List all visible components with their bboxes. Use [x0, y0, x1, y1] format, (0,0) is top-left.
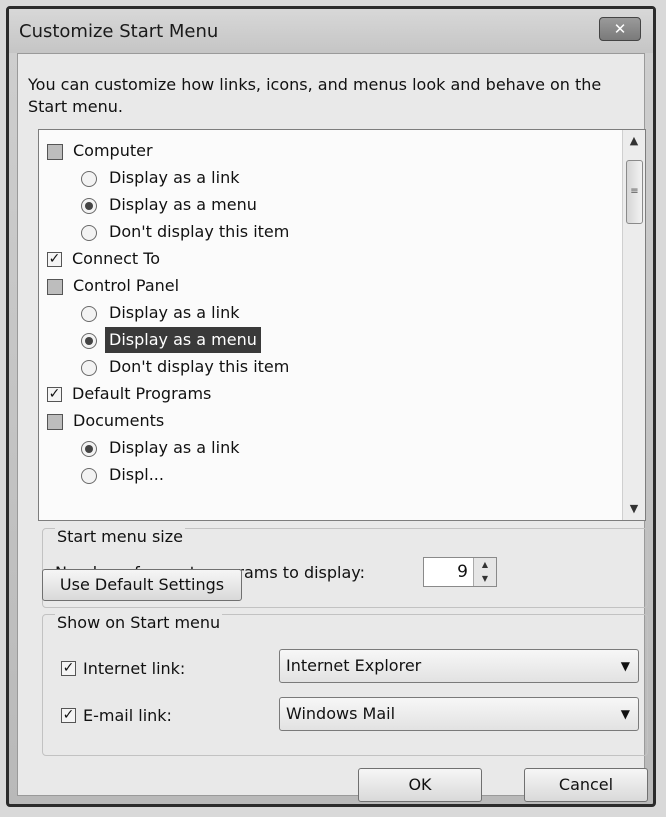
title-bar: Customize Start Menu ✕: [9, 9, 653, 53]
show-on-start-menu-title: Show on Start menu: [55, 613, 223, 632]
tree-row-label: Display as a link: [109, 303, 240, 322]
dropdown-arrow-icon: ▼: [620, 707, 630, 721]
start-menu-items-tree[interactable]: Computer Display as a link Display as a me…: [38, 129, 646, 521]
tree-row[interactable]: Display as a menu: [81, 327, 261, 353]
tree-row[interactable]: Computer: [47, 138, 157, 164]
spin-up-icon[interactable]: ▲: [474, 558, 496, 572]
tree-row-label: Display as a menu: [105, 327, 261, 353]
tree-radio-button[interactable]: [81, 467, 97, 484]
tree-row-label: Display as a link: [109, 168, 240, 187]
tree-row[interactable]: Display as a link: [81, 165, 243, 191]
spin-down-icon[interactable]: ▼: [474, 572, 496, 586]
control-panel-icon: [47, 278, 63, 295]
tree-row-label: Don't display this item: [109, 222, 290, 241]
start-menu-size-title: Start menu size: [55, 527, 185, 546]
spinner-buttons[interactable]: ▲ ▼: [473, 558, 496, 586]
dialog-body: You can customize how links, icons, and …: [17, 53, 648, 802]
email-link-checkbox[interactable]: ✓: [61, 708, 76, 723]
intro-text: You can customize how links, icons, and …: [28, 75, 602, 116]
dropdown-arrow-icon: ▼: [620, 659, 630, 673]
tree-radio-button[interactable]: [81, 359, 97, 376]
tree-radio-button[interactable]: [81, 197, 97, 214]
tree-scrollbar[interactable]: ▲ ≡ ▼: [622, 130, 645, 520]
tree-row-label: Connect To: [72, 249, 161, 268]
tree-radio-button[interactable]: [81, 440, 97, 457]
tree-radio-button[interactable]: [81, 305, 97, 322]
tree-row-label: Default Programs: [72, 384, 212, 403]
tree-row[interactable]: Documents: [47, 408, 168, 434]
tree-row[interactable]: Don't display this item: [81, 219, 293, 245]
recent-programs-value: 9: [457, 562, 468, 582]
tree-row-label: Displ...: [109, 465, 164, 484]
tree-row[interactable]: Don't display this item: [81, 354, 293, 380]
computer-icon: [47, 143, 63, 160]
documents-icon: [47, 413, 63, 430]
scroll-thumb[interactable]: ≡: [626, 160, 643, 224]
scroll-up-icon[interactable]: ▲: [623, 130, 645, 152]
internet-link-label: Internet link:: [83, 659, 186, 678]
internet-link-checkbox[interactable]: ✓: [61, 661, 76, 676]
tree-row[interactable]: Display as a link: [81, 435, 243, 461]
tree-radio-button[interactable]: [81, 170, 97, 187]
window-title: Customize Start Menu: [19, 21, 219, 42]
email-link-dropdown[interactable]: Windows Mail ▼: [279, 697, 639, 731]
tree-row-label: Don't display this item: [109, 357, 290, 376]
scroll-down-icon[interactable]: ▼: [623, 498, 645, 520]
recent-programs-spinner[interactable]: 9 ▲ ▼: [423, 557, 497, 587]
show-on-start-menu-group: Show on Start menu ✓ Internet link: Inte…: [42, 613, 648, 756]
tree-row[interactable]: Display as a menu: [81, 192, 261, 218]
email-link-value: Windows Mail: [286, 704, 396, 723]
use-default-settings-button[interactable]: Use Default Settings: [42, 569, 242, 601]
tree-radio-button[interactable]: [81, 224, 97, 241]
tree-row[interactable]: Displ...: [81, 462, 168, 488]
tree-row-label: Documents: [73, 411, 165, 430]
tree-radio-button[interactable]: [81, 332, 97, 349]
tree-checkbox[interactable]: ✓: [47, 387, 62, 402]
tree-row[interactable]: ✓ Default Programs: [47, 381, 215, 407]
tree-row[interactable]: Control Panel: [47, 273, 183, 299]
internet-link-dropdown[interactable]: Internet Explorer ▼: [279, 649, 639, 683]
tree-row-label: Display as a menu: [109, 195, 257, 214]
tree-row-label: Control Panel: [73, 276, 180, 295]
tree-row-label: Display as a link: [109, 438, 240, 457]
internet-link-value: Internet Explorer: [286, 656, 422, 675]
tree-row-label: Computer: [73, 141, 153, 160]
tree-row[interactable]: Display as a link: [81, 300, 243, 326]
tree-row[interactable]: ✓ Connect To: [47, 246, 164, 272]
customize-start-menu-dialog: Customize Start Menu ✕ You can customize…: [6, 6, 656, 807]
ok-button[interactable]: OK: [358, 768, 482, 802]
email-link-label: E-mail link:: [83, 706, 172, 725]
close-button[interactable]: ✕: [599, 17, 641, 41]
tree-checkbox[interactable]: ✓: [47, 252, 62, 267]
cancel-button[interactable]: Cancel: [524, 768, 648, 802]
